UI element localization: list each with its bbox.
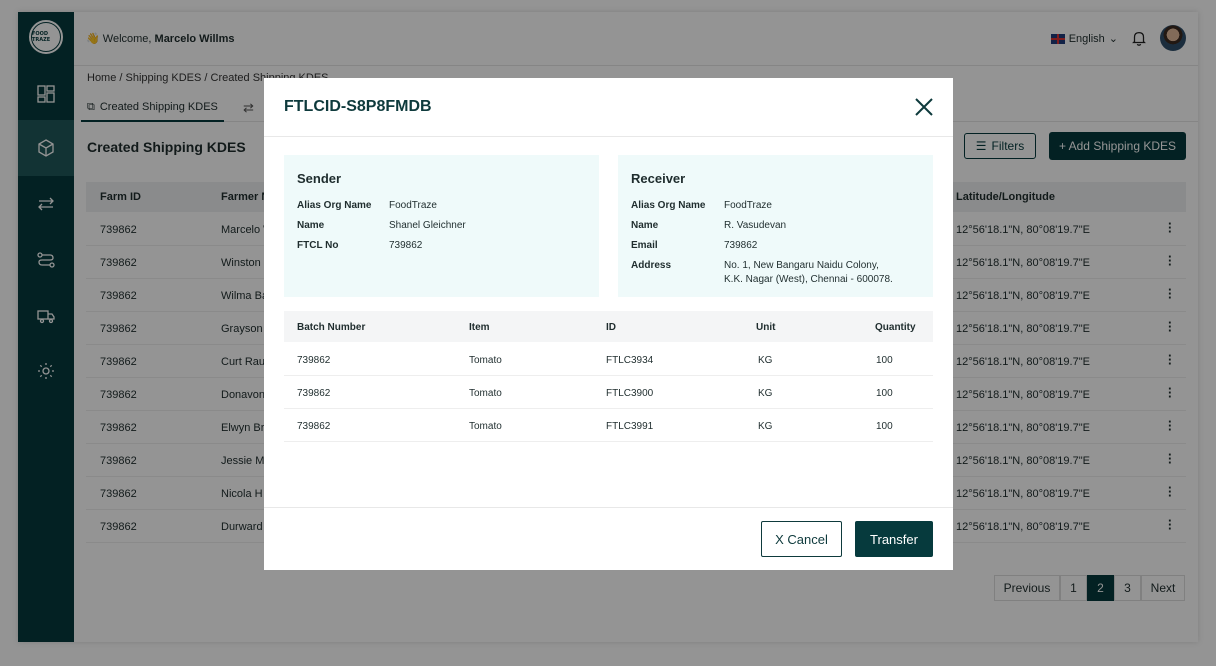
- field-label: Name: [631, 220, 659, 231]
- cell-id: FTLC3900: [606, 388, 654, 399]
- field-value: R. Vasudevan: [724, 220, 787, 231]
- close-icon[interactable]: [913, 96, 935, 118]
- modal-title: FTLCID-S8P8FMDB: [284, 98, 432, 115]
- cell-batch: 739862: [297, 355, 331, 366]
- header-batch: Batch Number: [297, 322, 366, 333]
- cell-quantity: 100: [876, 421, 893, 432]
- cell-unit: KG: [758, 355, 773, 366]
- item-row: 739862 Tomato FTLC3900 KG 100: [284, 376, 933, 409]
- cell-unit: KG: [758, 388, 773, 399]
- header-unit: Unit: [756, 322, 776, 333]
- transfer-modal: FTLCID-S8P8FMDB Sender Alias Org Name Foo…: [264, 78, 953, 570]
- cell-quantity: 100: [876, 388, 893, 399]
- transfer-button[interactable]: Transfer: [855, 521, 933, 557]
- cell-quantity: 100: [876, 355, 893, 366]
- receiver-card: Receiver Alias Org Name FoodTraze Name R. V…: [618, 155, 933, 297]
- field-value: FoodTraze: [389, 200, 437, 211]
- item-row: 739862 Tomato FTLC3934 KG 100: [284, 343, 933, 376]
- sender-heading: Sender: [297, 171, 342, 186]
- cell-id: FTLC3991: [606, 421, 654, 432]
- field-value: 739862: [389, 240, 423, 251]
- cell-id: FTLC3934: [606, 355, 654, 366]
- field-label: Email: [631, 240, 658, 251]
- modal-footer-divider: [264, 507, 953, 508]
- sender-card: Sender Alias Org Name FoodTraze Name Shanel…: [284, 155, 599, 297]
- field-label: FTCL No: [297, 240, 339, 251]
- item-row: 739862 Tomato FTLC3991 KG 100: [284, 409, 933, 442]
- field-label: Address: [631, 260, 672, 271]
- cell-unit: KG: [758, 421, 773, 432]
- cell-item: Tomato: [469, 421, 502, 432]
- field-value: No. 1, New Bangaru Naidu Colony,: [724, 260, 879, 271]
- header-item: Item: [469, 322, 490, 333]
- cancel-button[interactable]: X Cancel: [761, 521, 842, 557]
- field-label: Alias Org Name: [297, 200, 372, 211]
- field-value: FoodTraze: [724, 200, 772, 211]
- field-value: 739862: [724, 240, 758, 251]
- field-label: Alias Org Name: [631, 200, 706, 211]
- header-quantity: Quantity: [875, 322, 916, 333]
- cell-item: Tomato: [469, 355, 502, 366]
- header-id: ID: [606, 322, 616, 333]
- receiver-heading: Receiver: [631, 171, 686, 186]
- field-value: K.K. Nagar (West), Chennai - 600078.: [724, 274, 893, 285]
- cell-item: Tomato: [469, 388, 502, 399]
- field-label: Name: [297, 220, 325, 231]
- modal-divider: [264, 136, 953, 137]
- items-table-header: Batch Number Item ID Unit Quantity: [284, 311, 933, 342]
- cell-batch: 739862: [297, 421, 331, 432]
- cell-batch: 739862: [297, 388, 331, 399]
- field-value: Shanel Gleichner: [389, 220, 466, 231]
